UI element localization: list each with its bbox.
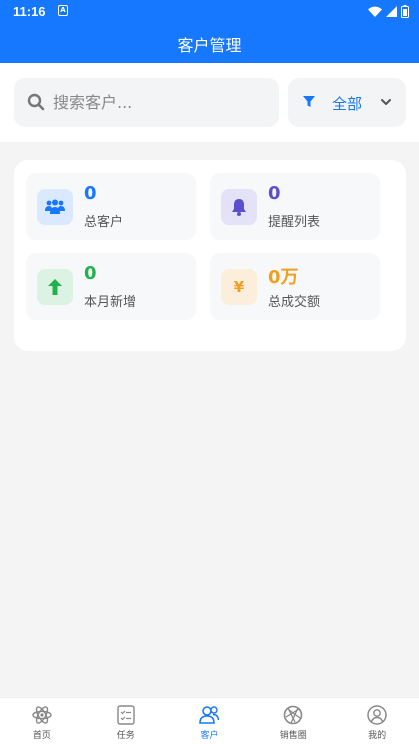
- nav-profile[interactable]: 我的: [335, 698, 419, 744]
- stat-total-customers[interactable]: 0 总客户: [26, 173, 196, 240]
- yen-icon: ¥: [233, 278, 245, 296]
- search-box[interactable]: [14, 78, 279, 127]
- stat-new-this-month[interactable]: 0 本月新增: [26, 253, 196, 320]
- arrow-up-icon: [48, 279, 62, 295]
- stat-reminders[interactable]: 0 提醒列表: [210, 173, 380, 240]
- stat-icon-box: [221, 189, 257, 225]
- users-icon: [45, 199, 65, 214]
- stat-label: 总客户: [84, 215, 124, 230]
- nav-label: 任务: [116, 731, 135, 741]
- nav-sales-circle[interactable]: 销售圈: [251, 698, 335, 744]
- battery-icon: [401, 5, 409, 18]
- wifi-icon: [368, 6, 382, 17]
- chevron-down-icon: [381, 99, 391, 105]
- nav-label: 客户: [200, 731, 219, 741]
- nav-tasks[interactable]: 任务: [84, 698, 168, 744]
- filter-dropdown[interactable]: 全部: [288, 78, 406, 127]
- bell-icon: [232, 199, 246, 216]
- stat-total-deals[interactable]: ¥ 0万 总成交额: [210, 253, 380, 320]
- task-icon: [116, 705, 135, 725]
- search-input[interactable]: [53, 86, 268, 118]
- status-icons: [368, 5, 409, 18]
- page-title: 客户管理: [177, 36, 242, 55]
- stat-icon-box: ¥: [221, 269, 257, 305]
- stat-value: 0: [84, 263, 97, 284]
- nav-label: 首页: [32, 731, 51, 741]
- nav-label: 我的: [368, 731, 387, 741]
- search-icon: [27, 93, 45, 111]
- profile-icon: [367, 705, 387, 725]
- search-area: 全部: [0, 63, 419, 142]
- signal-icon: [386, 6, 397, 17]
- stat-label: 本月新增: [84, 295, 137, 310]
- filter-label: 全部: [332, 95, 363, 113]
- stat-value: 0: [84, 183, 97, 204]
- nav-home[interactable]: 首页: [0, 698, 84, 744]
- stat-value: 0万: [268, 267, 299, 288]
- status-time: 11:16: [13, 4, 46, 19]
- filter-icon: [303, 96, 315, 107]
- home-icon: [32, 706, 52, 724]
- stat-icon-box: [37, 269, 73, 305]
- stat-label: 提醒列表: [268, 215, 321, 230]
- stats-card: 0 总客户 0 提醒列表 0 本月新增 ¥ 0万 总成交额: [14, 160, 406, 351]
- notification-icon: A: [58, 5, 68, 16]
- stat-label: 总成交额: [268, 295, 321, 310]
- app-header: 11:16 A 客户管理: [0, 0, 419, 63]
- bottom-nav: 首页 任务 客户 销售圈 我的: [0, 697, 419, 744]
- nav-customers[interactable]: 客户: [168, 698, 252, 744]
- stat-icon-box: [37, 189, 73, 225]
- aperture-icon: [283, 705, 303, 725]
- nav-label: 销售圈: [279, 731, 307, 741]
- status-bar: 11:16 A: [0, 0, 419, 24]
- customer-icon: [199, 706, 220, 724]
- stat-value: 0: [268, 183, 281, 204]
